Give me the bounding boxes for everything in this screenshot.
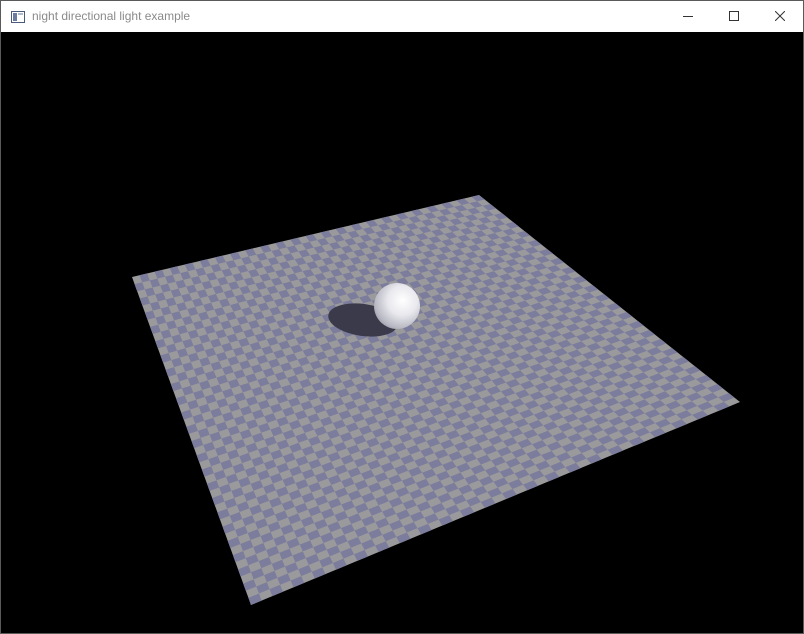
scene-canvas	[132, 195, 740, 605]
minimize-icon	[683, 8, 693, 26]
close-icon	[774, 8, 786, 26]
minimize-button[interactable]	[665, 1, 711, 32]
window-title: night directional light example	[32, 9, 191, 23]
app-window: night directional light example	[0, 0, 804, 634]
title-bar[interactable]: night directional light example	[1, 1, 803, 32]
lit-sphere	[374, 283, 420, 329]
app-window-icon	[11, 10, 25, 23]
maximize-button[interactable]	[711, 1, 757, 32]
checkered-floor-plane	[132, 195, 740, 605]
close-button[interactable]	[757, 1, 803, 32]
maximize-icon	[729, 8, 739, 26]
render-viewport[interactable]	[1, 32, 803, 633]
